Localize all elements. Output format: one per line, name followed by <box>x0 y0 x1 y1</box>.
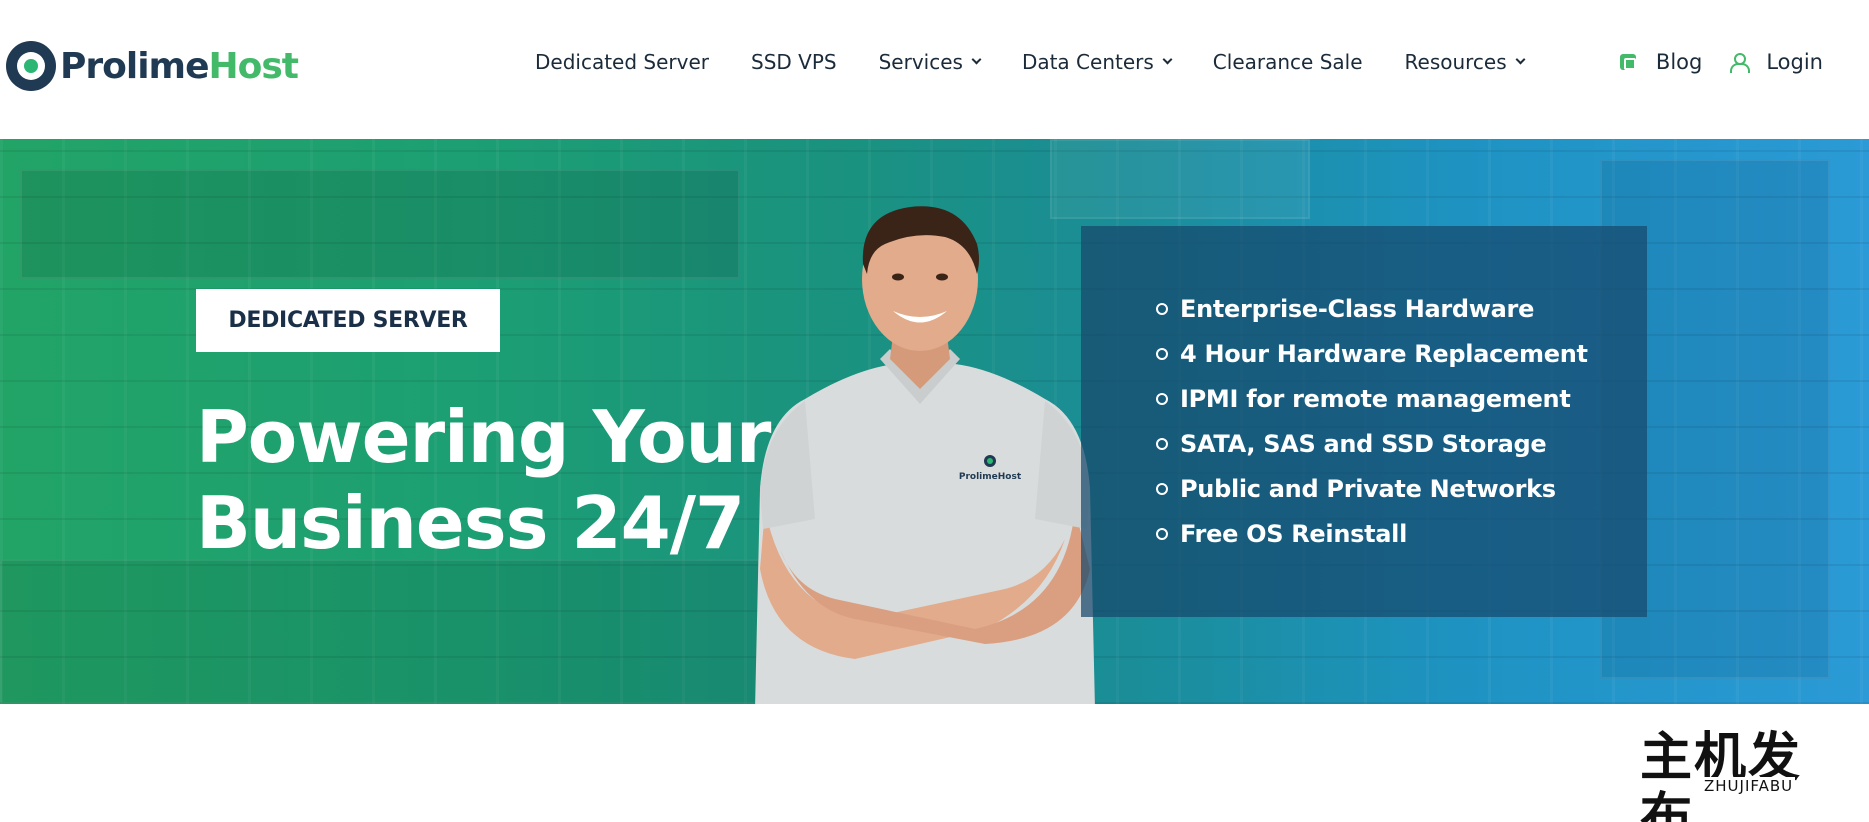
feature-label: Enterprise-Class Hardware <box>1180 294 1535 323</box>
feature-item: SATA, SAS and SSD Storage <box>1156 421 1588 466</box>
chevron-down-icon <box>1515 54 1526 65</box>
features-list: Enterprise-Class Hardware 4 Hour Hardwar… <box>1156 286 1588 556</box>
nav-item-label: Data Centers <box>1021 50 1154 74</box>
features-panel: Enterprise-Class Hardware 4 Hour Hardwar… <box>1081 226 1647 617</box>
user-icon <box>1730 53 1751 73</box>
blog-icon <box>1619 54 1636 70</box>
circle-bullet-icon <box>1156 437 1168 450</box>
hero-headline: Powering Your Business 24/7 <box>196 394 796 566</box>
hero-banner: DEDICATED SERVER Powering Your Business … <box>0 139 1869 704</box>
nav-item-label: Services <box>878 50 963 74</box>
circle-bullet-icon <box>1156 527 1168 540</box>
watermark-latin-text: ZHUJIFABU <box>1702 777 1796 795</box>
circle-bullet-icon <box>1156 392 1168 405</box>
feature-label: 4 Hour Hardware Replacement <box>1180 339 1588 368</box>
server-rack-shape <box>0 559 760 704</box>
logo-text: ProlimeHost <box>60 45 299 87</box>
nav-item-label: Dedicated Server <box>535 50 709 74</box>
nav-item-resources[interactable]: Resources <box>1404 50 1526 74</box>
blog-label: Blog <box>1655 50 1703 74</box>
logo-text-part1: Prolime <box>60 45 209 87</box>
login-label: Login <box>1766 50 1823 74</box>
server-rack-shape <box>20 169 740 279</box>
circle-bullet-icon <box>1156 302 1168 315</box>
feature-item: Free OS Reinstall <box>1156 511 1588 556</box>
hero-badge: DEDICATED SERVER <box>196 289 500 352</box>
logo-text-part2: Host <box>208 45 298 87</box>
logo-mark-icon <box>6 41 56 91</box>
circle-bullet-icon <box>1156 482 1168 495</box>
feature-item: IPMI for remote management <box>1156 376 1588 421</box>
nav-item-services[interactable]: Services <box>878 50 982 74</box>
login-link[interactable]: Login <box>1730 50 1823 74</box>
nav-item-label: Clearance Sale <box>1212 50 1363 74</box>
circle-bullet-icon <box>1156 347 1168 360</box>
chevron-down-icon <box>971 54 982 65</box>
feature-item: Public and Private Networks <box>1156 466 1588 511</box>
watermark-logo: 主机发布 ZHUJIFABU <box>1640 728 1840 822</box>
hero-headline-line1: Powering Your <box>196 395 771 479</box>
chevron-down-icon <box>1162 54 1173 65</box>
nav-item-label: Resources <box>1404 50 1507 74</box>
shirt-logo-text: ProlimeHost <box>959 472 1022 482</box>
feature-label: SATA, SAS and SSD Storage <box>1180 429 1547 458</box>
top-right-links: Blog Login <box>1592 50 1823 74</box>
logo[interactable]: ProlimeHost <box>6 40 299 92</box>
feature-label: Free OS Reinstall <box>1180 519 1408 548</box>
nav-item-dedicated-server[interactable]: Dedicated Server <box>535 50 709 74</box>
nav-item-clearance-sale[interactable]: Clearance Sale <box>1213 50 1363 74</box>
feature-item: 4 Hour Hardware Replacement <box>1156 331 1588 376</box>
feature-item: Enterprise-Class Hardware <box>1156 286 1588 331</box>
hero-person-image: ProlimeHost <box>755 206 1095 704</box>
main-nav: Dedicated Server SSD VPS Services Data C… <box>535 50 1566 74</box>
hero-headline-line2: Business 24/7 <box>196 481 745 565</box>
nav-item-ssd-vps[interactable]: SSD VPS <box>751 50 837 74</box>
nav-item-data-centers[interactable]: Data Centers <box>1021 50 1173 74</box>
nav-item-label: SSD VPS <box>751 50 837 74</box>
feature-label: IPMI for remote management <box>1180 384 1571 413</box>
feature-label: Public and Private Networks <box>1180 474 1556 503</box>
site-header: ProlimeHost Dedicated Server SSD VPS Ser… <box>0 0 1869 139</box>
blog-link[interactable]: Blog <box>1619 50 1703 74</box>
watermark-chinese-text: 主机发布 <box>1640 728 1803 822</box>
